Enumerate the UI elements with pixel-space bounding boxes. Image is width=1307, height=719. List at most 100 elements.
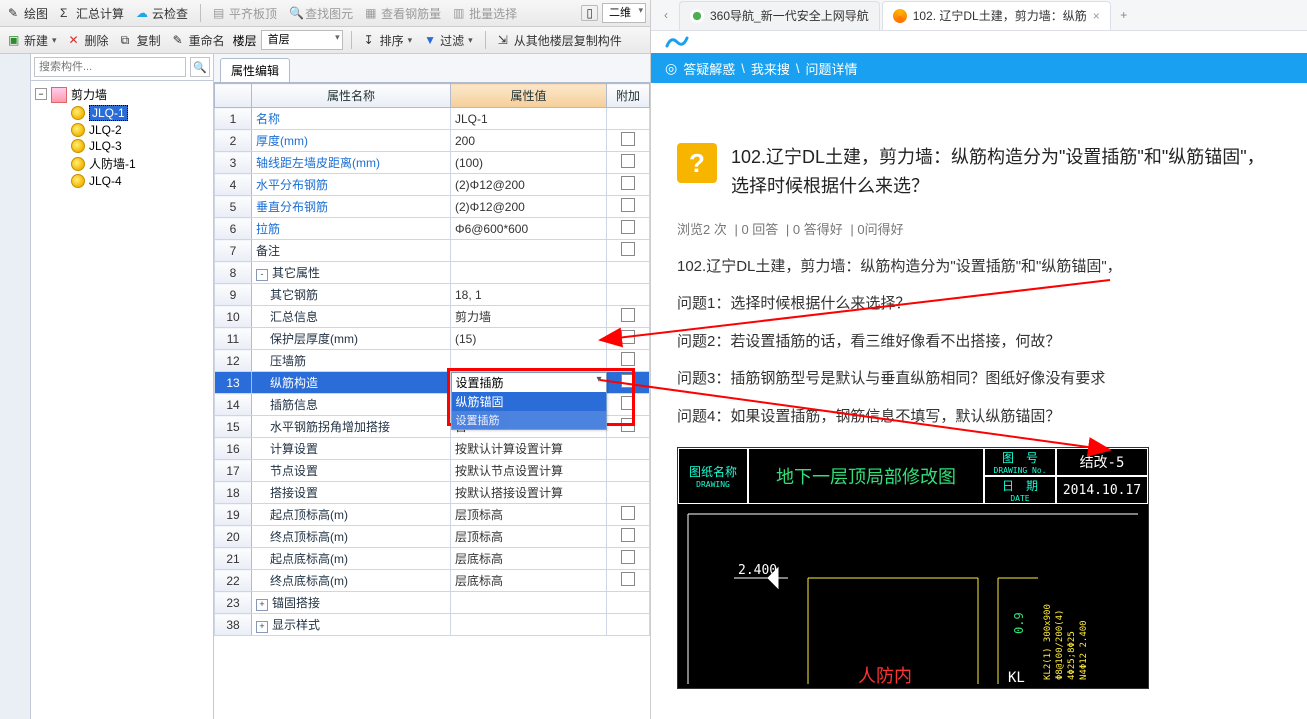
property-value[interactable] bbox=[451, 262, 607, 284]
property-value[interactable]: 18, 1 bbox=[451, 284, 607, 306]
table-row[interactable]: 12压墙筋 bbox=[215, 350, 650, 372]
table-row[interactable]: 9其它钢筋18, 1 bbox=[215, 284, 650, 306]
close-icon[interactable]: × bbox=[1093, 9, 1100, 23]
dropdown-option[interactable]: 纵筋锚固 bbox=[452, 392, 606, 411]
collapse-icon[interactable]: − bbox=[35, 88, 47, 100]
filter-button[interactable]: ▼过滤 bbox=[420, 30, 477, 51]
property-value[interactable] bbox=[451, 240, 607, 262]
sum-button[interactable]: Σ汇总计算 bbox=[56, 3, 128, 24]
property-value[interactable]: JLQ-1 bbox=[451, 108, 607, 130]
copy-button[interactable]: ⧉复制 bbox=[117, 30, 165, 51]
location-icon: ◎ bbox=[665, 60, 677, 77]
property-value[interactable]: 200 bbox=[451, 130, 607, 152]
draw-button[interactable]: ✎绘图 bbox=[4, 3, 52, 24]
table-row[interactable]: 11保护层厚度(mm)(15) bbox=[215, 328, 650, 350]
breadcrumb-item[interactable]: 我来搜 bbox=[751, 59, 790, 78]
expand-icon[interactable]: + bbox=[256, 599, 268, 611]
tree-node-shearwall[interactable]: − 剪力墙 bbox=[33, 85, 211, 104]
table-row[interactable]: 38+显示样式 bbox=[215, 614, 650, 636]
checkbox[interactable] bbox=[621, 418, 635, 432]
property-value[interactable]: (2)Φ12@200 bbox=[451, 174, 607, 196]
property-value[interactable] bbox=[451, 350, 607, 372]
qa-line: 问题3：插筋钢筋型号是默认与垂直纵筋相同？图纸好像没有要求 bbox=[677, 360, 1281, 398]
search-icon[interactable]: 🔍 bbox=[190, 57, 210, 77]
view-prev-button[interactable]: ▯ bbox=[581, 5, 598, 21]
property-value[interactable]: (15) bbox=[451, 328, 607, 350]
checkbox[interactable] bbox=[621, 352, 635, 366]
table-row[interactable]: 18搭接设置按默认搭接设置计算 bbox=[215, 482, 650, 504]
table-row[interactable]: 5垂直分布钢筋(2)Φ12@200 bbox=[215, 196, 650, 218]
property-value[interactable]: 层顶标高 bbox=[451, 526, 607, 548]
tab-nav-left[interactable]: ‹ bbox=[655, 4, 677, 26]
property-value[interactable]: 按默认计算设置计算 bbox=[451, 438, 607, 460]
browser-tab-360[interactable]: 360导航_新一代安全上网导航 bbox=[679, 1, 880, 30]
tree-item-jlq3[interactable]: JLQ-3 bbox=[33, 138, 211, 154]
checkbox[interactable] bbox=[621, 308, 635, 322]
sort-button[interactable]: ↧排序 bbox=[360, 30, 417, 51]
table-row[interactable]: 8-其它属性 bbox=[215, 262, 650, 284]
checkbox[interactable] bbox=[621, 550, 635, 564]
new-button[interactable]: ▣新建 bbox=[4, 30, 61, 51]
property-value[interactable] bbox=[451, 592, 607, 614]
table-row[interactable]: 10汇总信息剪力墙 bbox=[215, 306, 650, 328]
breadcrumb-item[interactable]: 答疑解惑 bbox=[683, 59, 735, 78]
floor-combo[interactable]: 首层 bbox=[261, 30, 343, 50]
property-value[interactable]: 按默认搭接设置计算 bbox=[451, 482, 607, 504]
table-row[interactable]: 16计算设置按默认计算设置计算 bbox=[215, 438, 650, 460]
table-row[interactable]: 23+锚固搭接 bbox=[215, 592, 650, 614]
value-dropdown[interactable]: 设置插筋 纵筋锚固 设置插筋 bbox=[451, 372, 607, 430]
checkbox[interactable] bbox=[621, 132, 635, 146]
collapse-icon[interactable]: - bbox=[256, 269, 268, 281]
rename-icon: ✎ bbox=[173, 33, 187, 47]
property-value[interactable] bbox=[451, 614, 607, 636]
property-value[interactable]: (100) bbox=[451, 152, 607, 174]
property-value[interactable]: 按默认节点设置计算 bbox=[451, 460, 607, 482]
table-row[interactable]: 1名称JLQ-1 bbox=[215, 108, 650, 130]
tree-item-jlq4[interactable]: JLQ-4 bbox=[33, 173, 211, 189]
view-mode-combo[interactable]: 二维 bbox=[602, 3, 646, 23]
checkbox[interactable] bbox=[621, 330, 635, 344]
search-input[interactable] bbox=[34, 57, 186, 77]
expand-icon[interactable]: + bbox=[256, 621, 268, 633]
property-value[interactable]: 层顶标高 bbox=[451, 504, 607, 526]
checkbox[interactable] bbox=[621, 198, 635, 212]
tree-item-renfang[interactable]: 人防墙-1 bbox=[33, 154, 211, 173]
table-row[interactable]: 21起点底标高(m)层底标高 bbox=[215, 548, 650, 570]
table-row[interactable]: 3轴线距左墙皮距离(mm)(100) bbox=[215, 152, 650, 174]
table-row[interactable]: 19起点顶标高(m)层顶标高 bbox=[215, 504, 650, 526]
table-row[interactable]: 22终点底标高(m)层底标高 bbox=[215, 570, 650, 592]
property-value[interactable]: 剪力墙 bbox=[451, 306, 607, 328]
property-value[interactable]: 层底标高 bbox=[451, 570, 607, 592]
new-tab-button[interactable]: + bbox=[1113, 8, 1135, 22]
row-number: 12 bbox=[215, 350, 252, 372]
checkbox[interactable] bbox=[621, 528, 635, 542]
table-row[interactable]: 20终点顶标高(m)层顶标高 bbox=[215, 526, 650, 548]
checkbox[interactable] bbox=[621, 176, 635, 190]
checkbox[interactable] bbox=[621, 154, 635, 168]
property-value[interactable]: (2)Φ12@200 bbox=[451, 196, 607, 218]
rename-button[interactable]: ✎重命名 bbox=[169, 30, 229, 51]
table-row[interactable]: 7备注 bbox=[215, 240, 650, 262]
delete-button[interactable]: ✕删除 bbox=[65, 30, 113, 51]
tab-property-edit[interactable]: 属性编辑 bbox=[220, 58, 290, 82]
checkbox[interactable] bbox=[621, 396, 635, 410]
property-value[interactable]: 层底标高 bbox=[451, 548, 607, 570]
table-row[interactable]: 4水平分布钢筋(2)Φ12@200 bbox=[215, 174, 650, 196]
dropdown-option[interactable]: 设置插筋 bbox=[452, 411, 606, 429]
checkbox[interactable] bbox=[621, 506, 635, 520]
copy-from-floor-button[interactable]: ⇲从其他楼层复制构件 bbox=[494, 30, 626, 51]
table-row[interactable]: 6拉筋Φ6@600*600 bbox=[215, 218, 650, 240]
table-row[interactable]: 2厚度(mm)200 bbox=[215, 130, 650, 152]
checkbox[interactable] bbox=[621, 572, 635, 586]
cloud-check-button[interactable]: ☁云检查 bbox=[132, 3, 192, 24]
tree-item-jlq2[interactable]: JLQ-2 bbox=[33, 122, 211, 138]
checkbox[interactable] bbox=[621, 220, 635, 234]
table-row[interactable]: 17节点设置按默认节点设置计算 bbox=[215, 460, 650, 482]
tree-item-jlq1[interactable]: JLQ-1 bbox=[33, 104, 211, 122]
browser-tab-question[interactable]: 102. 辽宁DL土建，剪力墙：纵筋 × bbox=[882, 1, 1111, 30]
dropdown-selected[interactable]: 设置插筋 bbox=[452, 373, 606, 392]
checkbox[interactable] bbox=[621, 374, 635, 388]
extra-checkbox-cell bbox=[607, 614, 650, 636]
checkbox[interactable] bbox=[621, 242, 635, 256]
property-value[interactable]: Φ6@600*600 bbox=[451, 218, 607, 240]
